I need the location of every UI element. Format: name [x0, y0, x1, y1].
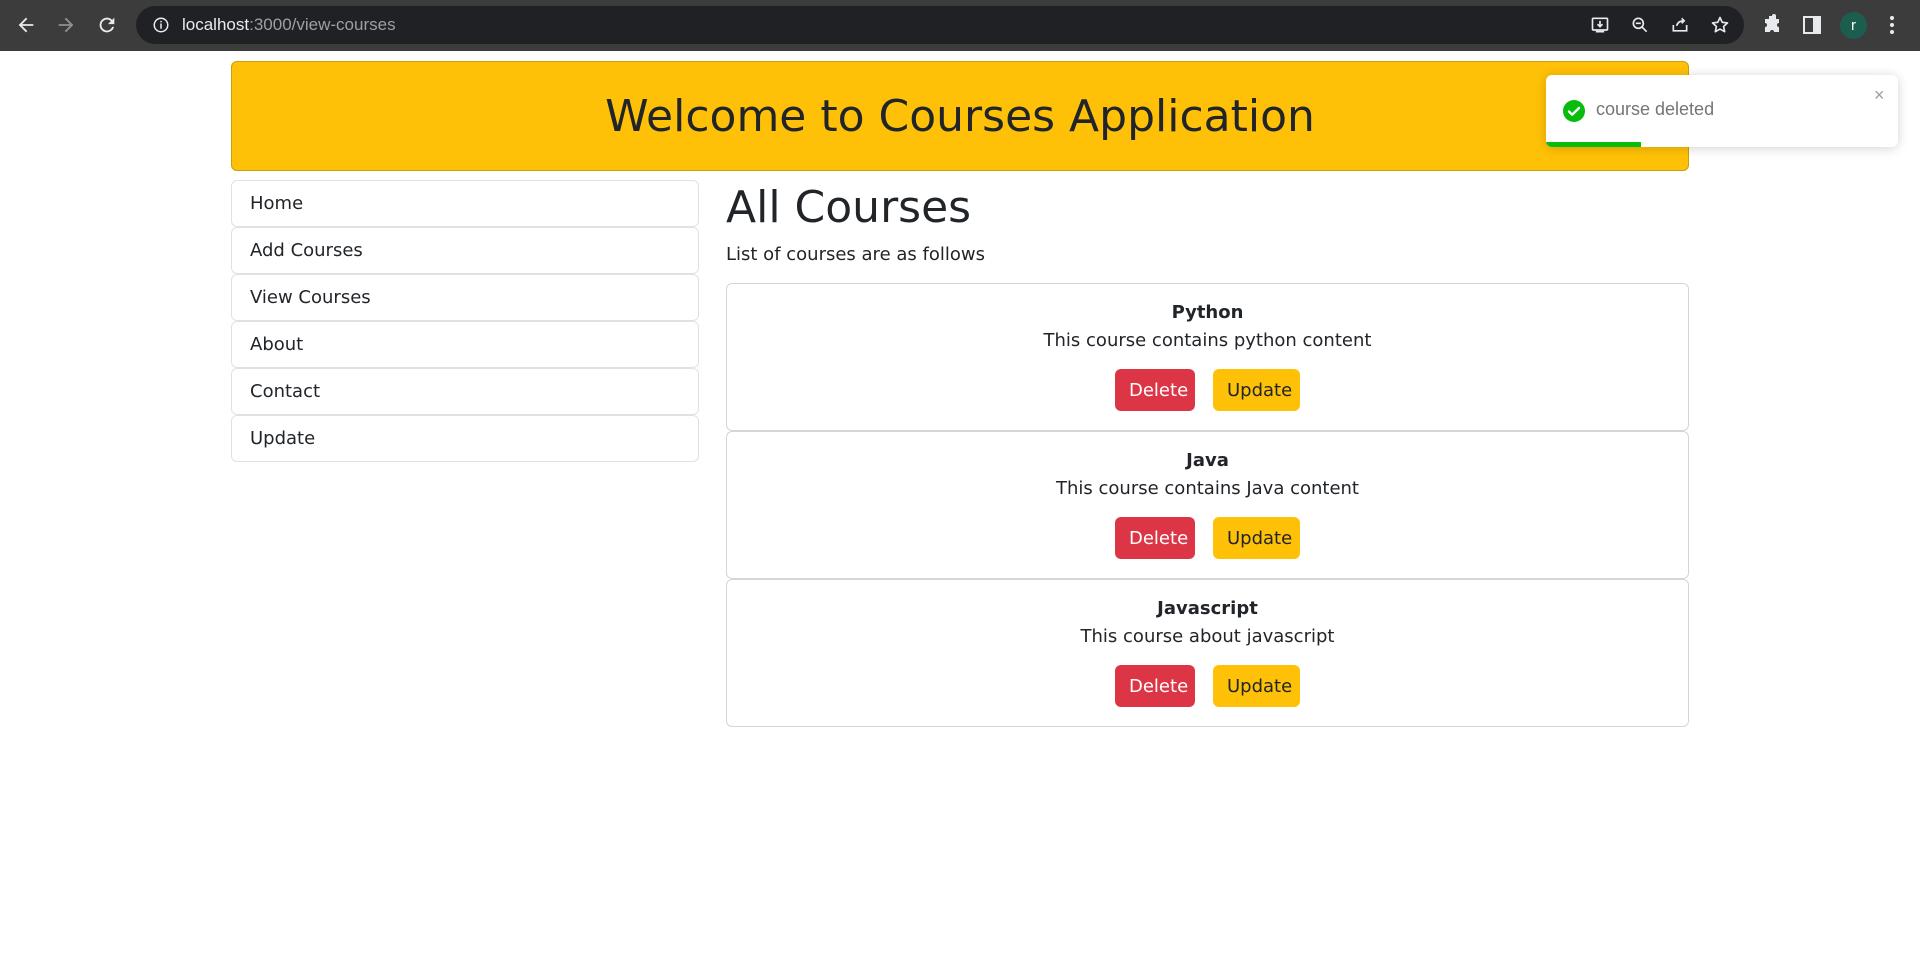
delete-button[interactable]: Delete — [1115, 665, 1195, 707]
sidebar-item-add-courses[interactable]: Add Courses — [231, 227, 699, 274]
star-icon[interactable] — [1710, 15, 1730, 35]
course-actions: Delete Update — [727, 665, 1688, 707]
install-app-icon[interactable] — [1590, 15, 1610, 35]
update-button[interactable]: Update — [1213, 665, 1300, 707]
page-header-title: Welcome to Courses Application — [605, 90, 1315, 142]
sidebar-item-contact[interactable]: Contact — [231, 368, 699, 415]
zoom-out-icon[interactable] — [1630, 15, 1650, 35]
delete-button[interactable]: Delete — [1115, 369, 1195, 411]
sidebar-item-view-courses[interactable]: View Courses — [231, 274, 699, 321]
check-circle-icon — [1563, 100, 1585, 122]
page-subtitle: List of courses are as follows — [726, 244, 985, 265]
course-card: Python This course contains python conte… — [726, 283, 1689, 431]
info-icon[interactable] — [152, 16, 170, 34]
share-icon[interactable] — [1670, 15, 1690, 35]
sidebar-nav: Home Add Courses View Courses About Cont… — [231, 180, 699, 462]
close-icon[interactable]: × — [1874, 85, 1885, 106]
main-content: All Courses List of courses are as follo… — [726, 180, 1689, 727]
header-banner: Welcome to Courses Application — [231, 61, 1689, 171]
toast-notification[interactable]: course deleted × — [1546, 75, 1898, 147]
update-button[interactable]: Update — [1213, 517, 1300, 559]
kebab-menu-icon[interactable] — [1880, 13, 1904, 37]
url-text: localhost:3000/view-courses — [182, 15, 396, 34]
back-arrow-icon[interactable] — [6, 5, 46, 45]
sidebar-item-home[interactable]: Home — [231, 180, 699, 227]
page-title: All Courses — [726, 182, 972, 233]
toast-progress-bar — [1546, 142, 1642, 147]
course-title: Java — [1186, 450, 1229, 471]
course-actions: Delete Update — [727, 369, 1688, 411]
forward-arrow-icon[interactable] — [46, 5, 86, 45]
course-description: This course contains python content — [1043, 330, 1372, 351]
course-card: Java This course contains Java content D… — [726, 431, 1689, 579]
course-title: Python — [1171, 302, 1244, 323]
side-panel-icon[interactable] — [1800, 13, 1824, 37]
course-description: This course about javascript — [1080, 626, 1335, 647]
course-title: Javascript — [1157, 598, 1258, 619]
course-description: This course contains Java content — [1056, 478, 1359, 499]
puzzle-icon[interactable] — [1760, 13, 1784, 37]
toast-message: course deleted — [1596, 99, 1715, 119]
address-bar[interactable]: localhost:3000/view-courses — [136, 6, 1744, 44]
delete-button[interactable]: Delete — [1115, 517, 1195, 559]
browser-toolbar: localhost:3000/view-courses r — [0, 0, 1920, 51]
sidebar-item-about[interactable]: About — [231, 321, 699, 368]
course-actions: Delete Update — [727, 517, 1688, 559]
reload-icon[interactable] — [87, 5, 127, 45]
sidebar-item-update[interactable]: Update — [231, 415, 699, 462]
update-button[interactable]: Update — [1213, 369, 1300, 411]
course-card: Javascript This course about javascript … — [726, 579, 1689, 727]
profile-avatar[interactable]: r — [1840, 12, 1867, 39]
